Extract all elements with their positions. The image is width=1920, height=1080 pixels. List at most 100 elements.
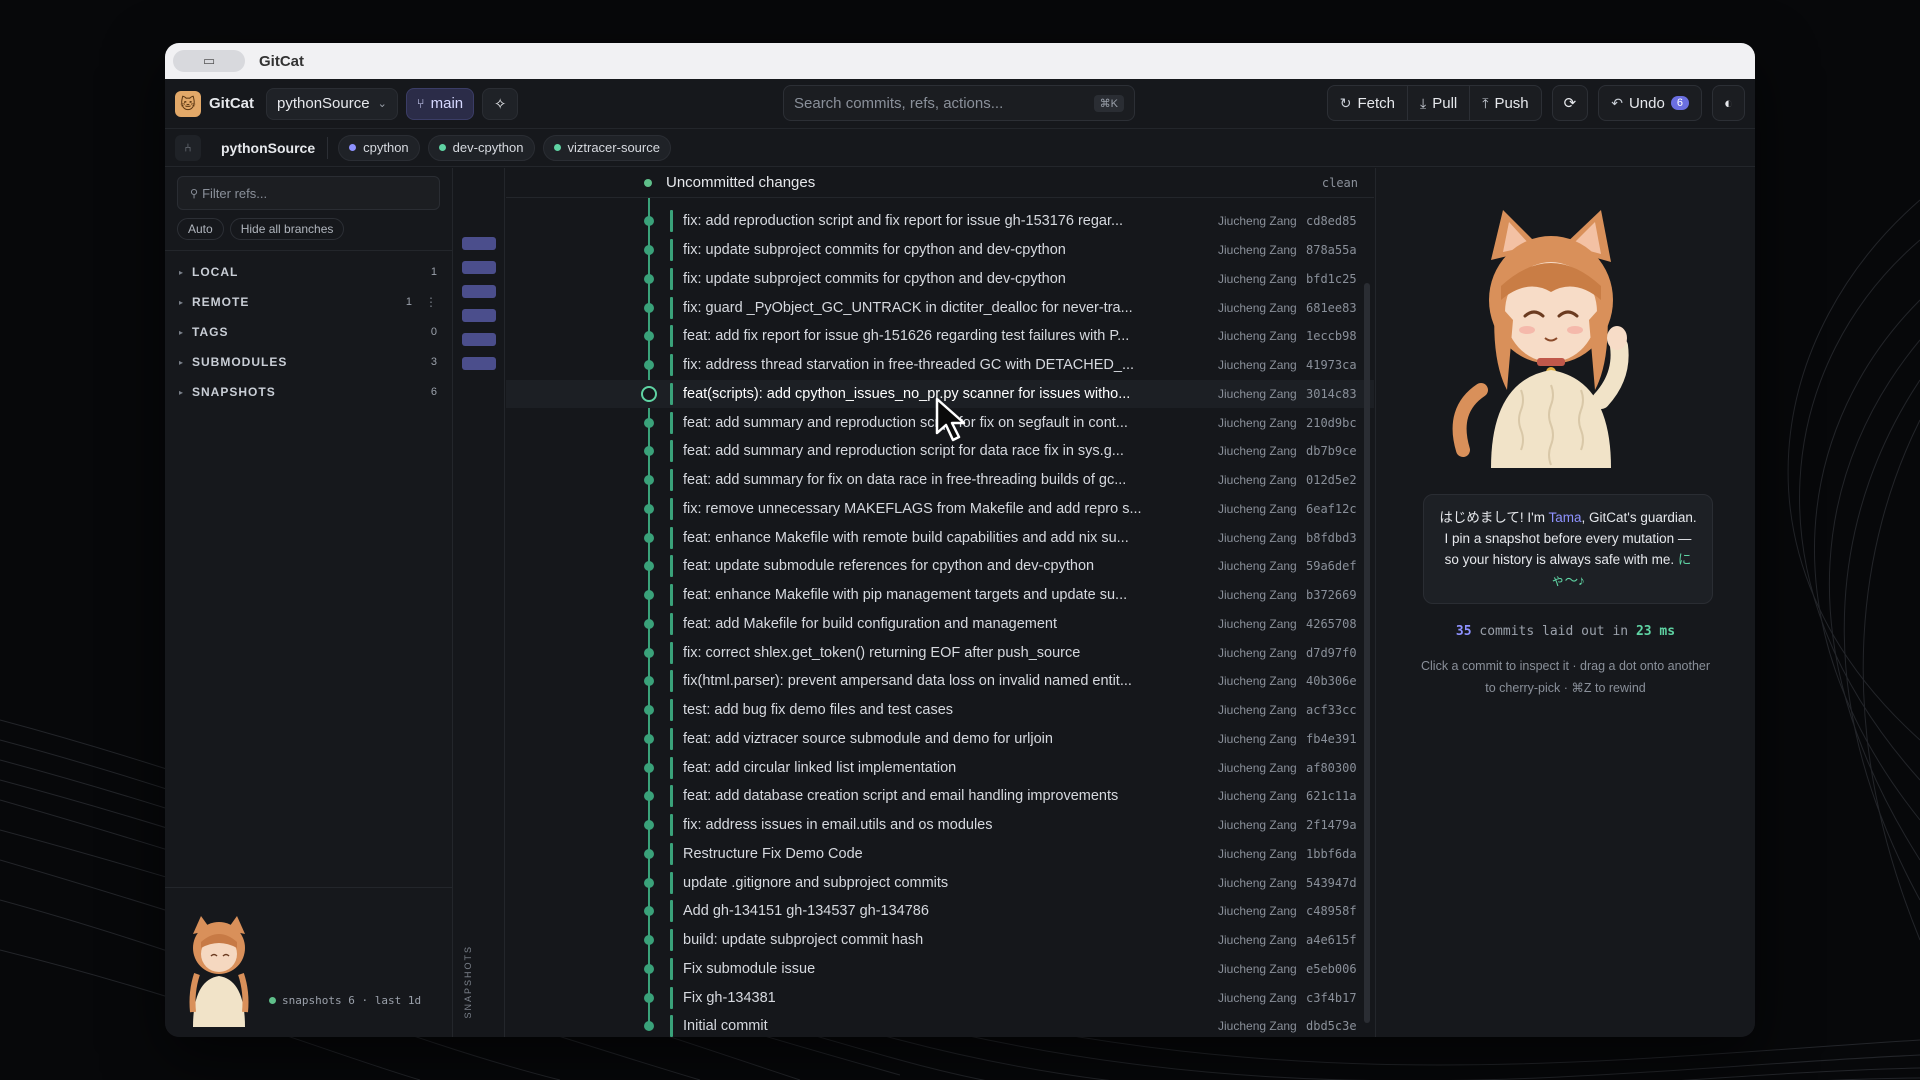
snapshot-bar[interactable]: [461, 285, 496, 298]
commit-row[interactable]: feat: add viztracer source submodule and…: [506, 725, 1374, 754]
sidebar-section-snapshots[interactable]: ▸ SNAPSHOTS 6: [165, 377, 452, 407]
snapshot-bar[interactable]: [461, 237, 496, 250]
commit-node[interactable]: [644, 992, 654, 1003]
sidebar-section-submodules[interactable]: ▸ SUBMODULES 3: [165, 347, 452, 377]
repo-icon[interactable]: ⑃: [175, 134, 201, 161]
commit-row[interactable]: feat: add Makefile for build configurati…: [506, 610, 1374, 639]
commit-node[interactable]: [644, 676, 654, 687]
uncommitted-row[interactable]: Uncommitted changes clean: [506, 168, 1374, 198]
pull-button[interactable]: ⤓ Pull: [1408, 86, 1471, 120]
commit-node[interactable]: [644, 360, 654, 371]
commit-node[interactable]: [644, 590, 654, 601]
commit-node[interactable]: [644, 705, 654, 716]
commit-node[interactable]: [644, 417, 654, 428]
commit-row[interactable]: fix: address thread starvation in free-t…: [506, 351, 1374, 380]
commit-row[interactable]: feat: add fix report for issue gh-151626…: [506, 322, 1374, 351]
commit-author: Jiucheng Zang: [1218, 818, 1297, 833]
snapshot-bar[interactable]: [461, 357, 496, 370]
sync-button[interactable]: ⟳: [1551, 85, 1589, 121]
commit-node[interactable]: [644, 532, 654, 543]
commit-node[interactable]: [644, 561, 654, 572]
undo-button[interactable]: ↶ Undo 6: [1598, 85, 1702, 121]
snapshot-bar[interactable]: [461, 261, 496, 274]
upload-icon: ⤒: [1482, 94, 1489, 111]
commit-row[interactable]: feat: enhance Makefile with remote build…: [506, 523, 1374, 552]
commit-row[interactable]: Fix submodule issue Jiucheng Zang e5eb006: [506, 955, 1374, 984]
commit-node[interactable]: [641, 385, 657, 402]
commit-row[interactable]: Restructure Fix Demo Code Jiucheng Zang 1b…: [506, 840, 1374, 869]
commit-row[interactable]: fix: correct shlex.get_token() returning…: [506, 638, 1374, 667]
commit-node[interactable]: [644, 273, 654, 284]
commit-message: fix: address issues in email.utils and o…: [683, 817, 993, 834]
search-input[interactable]: Search commits, refs, actions... ⌘K: [783, 85, 1135, 121]
filter-refs-input[interactable]: ⚲ Filter refs...: [177, 176, 440, 210]
commit-row[interactable]: fix: remove unnecessary MAKEFLAGS from M…: [506, 495, 1374, 524]
commit-node[interactable]: [644, 245, 654, 256]
snapshots-status: snapshots 6 · last 1d: [269, 994, 421, 1007]
theme-toggle-button[interactable]: ◐: [1711, 85, 1745, 121]
repo-select[interactable]: pythonSource ⌄: [266, 87, 398, 120]
commit-node[interactable]: [644, 647, 654, 658]
auto-button[interactable]: Auto: [177, 218, 224, 240]
commit-hash: b372669: [1306, 588, 1357, 603]
commit-row[interactable]: Initial commit Jiucheng Zang dbd5c3e: [506, 1012, 1374, 1037]
commit-row[interactable]: feat: add database creation script and e…: [506, 782, 1374, 811]
submodule-chip-viztracer-source[interactable]: viztracer-source: [542, 134, 671, 161]
submodule-chip-cpython[interactable]: cpython: [338, 134, 420, 161]
commit-node[interactable]: [644, 216, 654, 227]
commit-row[interactable]: Fix gh-134381 Jiucheng Zang c3f4b17: [506, 983, 1374, 1012]
commit-row[interactable]: fix: add reproduction script and fix rep…: [506, 207, 1374, 236]
hide-all-branches-button[interactable]: Hide all branches: [229, 218, 345, 240]
commit-author: Jiucheng Zang: [1218, 444, 1297, 459]
commit-row[interactable]: test: add bug fix demo files and test ca…: [506, 696, 1374, 725]
commit-hash: 6eaf12c: [1306, 501, 1357, 516]
commit-row[interactable]: feat: enhance Makefile with pip manageme…: [506, 581, 1374, 610]
commit-row[interactable]: feat: update submodule references for cp…: [506, 552, 1374, 581]
scrollbar[interactable]: [1364, 283, 1370, 1023]
sidebar-toggle-icon[interactable]: ▭: [173, 50, 245, 72]
commit-node[interactable]: [644, 963, 654, 974]
commit-node[interactable]: [644, 618, 654, 629]
commit-node[interactable]: [644, 935, 654, 946]
more-icon[interactable]: ⋮: [425, 295, 438, 309]
commit-row[interactable]: fix: update subproject commits for cpyth…: [506, 265, 1374, 294]
push-button[interactable]: ⤒ Push: [1470, 86, 1540, 120]
commit-message: update .gitignore and subproject commits: [683, 874, 949, 891]
commit-row[interactable]: feat: add circular linked list implement…: [506, 753, 1374, 782]
commit-node[interactable]: [644, 820, 654, 831]
commit-message: feat: add viztracer source submodule and…: [683, 730, 1053, 747]
commit-node[interactable]: [644, 877, 654, 888]
commit-node[interactable]: [644, 1021, 654, 1032]
layout-time: 23 ms: [1635, 624, 1676, 639]
sidebar-section-local[interactable]: ▸ LOCAL 1: [165, 257, 452, 287]
commit-row[interactable]: build: update subproject commit hash Jiuc…: [506, 926, 1374, 955]
commit-node[interactable]: [644, 331, 654, 342]
fetch-button[interactable]: ↻ Fetch: [1328, 86, 1409, 120]
commit-node[interactable]: [644, 302, 654, 313]
undo-label: Undo: [1628, 94, 1665, 112]
commit-node[interactable]: [644, 733, 654, 744]
submodule-chip-dev-cpython[interactable]: dev-cpython: [427, 134, 535, 161]
commit-row[interactable]: update .gitignore and subproject commits…: [506, 868, 1374, 897]
commit-node[interactable]: [644, 791, 654, 802]
commit-row[interactable]: feat: add summary for fix on data race i…: [506, 466, 1374, 495]
snapshot-bar[interactable]: [461, 309, 496, 322]
commit-message: feat: add summary and reproduction scrip…: [683, 414, 1128, 431]
commit-row[interactable]: fix: address issues in email.utils and o…: [506, 811, 1374, 840]
commit-node[interactable]: [644, 762, 654, 773]
commit-row[interactable]: Add gh-134151 gh-134537 gh-134786 Jiuchen…: [506, 897, 1374, 926]
commit-node[interactable]: [644, 848, 654, 859]
sidebar-section-tags[interactable]: ▸ TAGS 0: [165, 317, 452, 347]
commit-node[interactable]: [644, 446, 654, 457]
commit-node[interactable]: [644, 475, 654, 486]
commit-node[interactable]: [644, 906, 654, 917]
commit-row[interactable]: fix: guard _PyObject_GC_UNTRACK in dicti…: [506, 293, 1374, 322]
branch-button[interactable]: ⑂ main: [405, 87, 475, 120]
commit-lane-marker: [670, 325, 673, 348]
commit-row[interactable]: fix(html.parser): prevent ampersand data…: [506, 667, 1374, 696]
sparkle-button[interactable]: ✧: [482, 87, 519, 120]
commit-node[interactable]: [644, 503, 654, 514]
sidebar-section-remote[interactable]: ▸ REMOTE 1 ⋮: [165, 287, 452, 317]
snapshot-bar[interactable]: [461, 333, 496, 346]
commit-row[interactable]: fix: update subproject commits for cpyth…: [506, 236, 1374, 265]
